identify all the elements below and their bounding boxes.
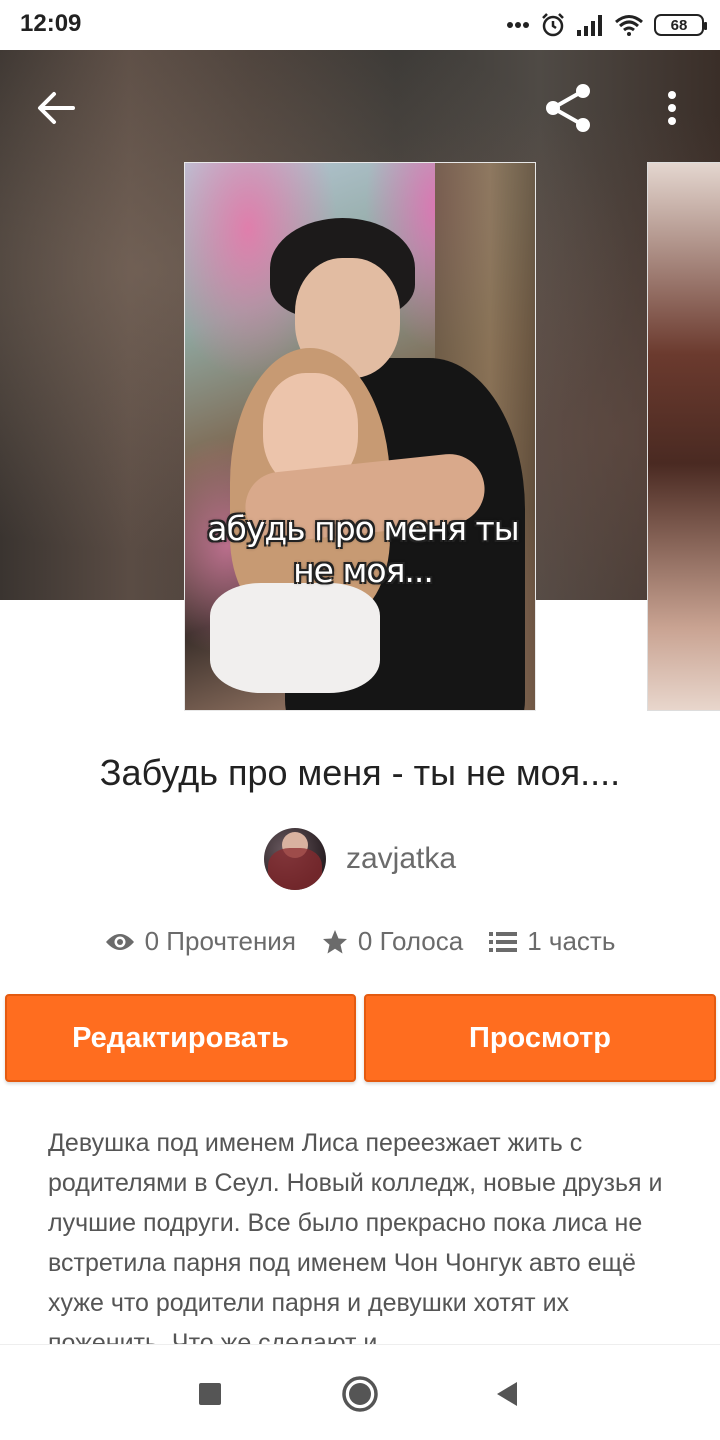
more-dots-icon (507, 22, 529, 28)
author-name[interactable]: zavjatka (346, 842, 456, 876)
next-story-cover[interactable] (647, 162, 720, 711)
stat-reads: 0 Прочтения (105, 926, 296, 957)
stat-parts: 1 часть (489, 926, 615, 957)
home-button[interactable] (333, 1367, 387, 1421)
alarm-icon (542, 13, 564, 37)
share-button[interactable] (540, 80, 596, 136)
back-nav-button[interactable] (480, 1367, 534, 1421)
cover-title-line2: не моя... (293, 551, 434, 590)
eye-icon (105, 933, 134, 950)
story-title: Забудь про меня - ты не моя.... (99, 752, 621, 793)
story-cover-image[interactable]: абудь про меня ты не моя... (184, 162, 536, 711)
back-triangle-icon (497, 1382, 517, 1406)
story-description: Девушка под именем Лиса переезжает жить … (48, 1129, 663, 1344)
home-circle-icon (342, 1376, 378, 1412)
battery-icon: 68 (654, 14, 707, 36)
stat-votes: 0 Голоса (322, 926, 463, 957)
edit-button[interactable]: Редактировать (5, 994, 356, 1082)
recents-square-icon (199, 1383, 221, 1405)
author-row[interactable]: zavjatka (0, 828, 720, 890)
reads-count: 0 Прочтения (144, 926, 296, 956)
votes-count: 0 Голоса (357, 926, 464, 956)
system-nav-bar (0, 1344, 720, 1440)
star-icon (322, 929, 347, 953)
signal-icon (577, 15, 602, 36)
share-icon (546, 84, 590, 132)
avatar[interactable] (263, 828, 326, 890)
status-time: 12:09 (20, 10, 82, 37)
status-bar: 12:09 68 (0, 0, 720, 50)
back-button[interactable] (28, 80, 84, 136)
recents-button[interactable] (183, 1367, 237, 1421)
story-stats: 0 Прочтения 0 Голоса 1 часть (0, 926, 720, 957)
list-icon (489, 931, 518, 952)
more-vert-icon (668, 91, 676, 125)
wifi-icon (615, 15, 643, 36)
cover-title-line1: абудь про меня ты (207, 509, 519, 548)
cover-figure-girl-top (210, 583, 380, 693)
view-button[interactable]: Просмотр (364, 994, 716, 1082)
more-options-button[interactable] (644, 80, 700, 136)
arrow-left-icon (38, 92, 75, 124)
cover-title-text: абудь про меня ты не моя... (185, 508, 535, 592)
parts-count: 1 часть (527, 926, 616, 956)
status-icons: 68 (506, 12, 707, 38)
battery-level: 68 (670, 16, 688, 34)
